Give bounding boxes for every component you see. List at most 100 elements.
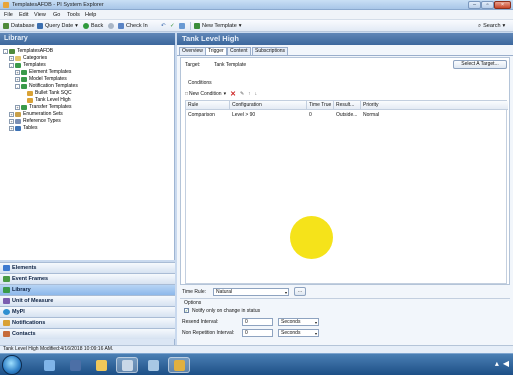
column-header[interactable]: Priority [361, 101, 508, 110]
nav-unit-of-measure[interactable]: Unit of Measure [0, 295, 175, 306]
checkmark-button[interactable]: ✓ [170, 22, 175, 30]
toolbar: Database Query Date ▾ Back Check In ↶ ✓ … [0, 20, 513, 32]
resend-unit-value: Seconds [281, 319, 301, 325]
new-template-button[interactable]: New Template ▾ [194, 22, 242, 30]
tools-icon [147, 359, 159, 371]
expand-icon[interactable]: + [9, 125, 14, 131]
tree-node[interactable]: + Enumeration Sets [9, 111, 63, 117]
tree-node[interactable]: - Notification Templates [15, 83, 78, 89]
tree-node-label: Transfer Templates [29, 104, 72, 110]
column-header[interactable]: Time True [307, 101, 334, 110]
terminal-icon [69, 359, 81, 371]
tree-node[interactable]: + Reference Types [9, 118, 61, 124]
forward-button[interactable] [108, 22, 116, 30]
tab-subscriptions[interactable]: Subscriptions [252, 47, 289, 55]
nav-label: Contacts [12, 331, 36, 337]
check-in-button[interactable]: Check In [118, 22, 148, 30]
tree-node[interactable]: - Templates [9, 62, 46, 68]
tree-node-label: TemplatesAFDB [17, 48, 54, 54]
column-header[interactable]: Rule [186, 101, 230, 110]
nav-elements[interactable]: Elements [0, 262, 175, 273]
taskbar-app-explorer[interactable] [90, 357, 112, 373]
close-button[interactable]: × [494, 1, 511, 9]
new-condition-button[interactable]: New Condition [189, 91, 222, 97]
maximize-button[interactable]: ▫ [481, 1, 494, 9]
expand-icon[interactable]: + [9, 55, 14, 61]
library-tree[interactable]: - TemplatesAFDB + Categories - Templates… [0, 45, 175, 260]
minimize-button[interactable]: – [468, 1, 481, 9]
start-button[interactable] [2, 355, 22, 375]
nav-contacts[interactable]: Contacts [0, 328, 175, 339]
expand-icon[interactable]: + [9, 118, 14, 124]
non-repetition-unit-dropdown[interactable]: Seconds ▾ [278, 329, 319, 337]
collapse-icon[interactable]: - [9, 62, 14, 68]
tree-node-selected[interactable]: Tank Level High [27, 97, 71, 103]
database-icon [9, 48, 15, 54]
select-target-button[interactable]: Select A Target... [453, 60, 507, 69]
tree-node[interactable]: Bullet Tank SQC [27, 90, 72, 96]
expand-icon[interactable]: + [15, 69, 20, 75]
delete-icon[interactable]: ✕ [230, 90, 236, 98]
refresh-button[interactable] [179, 22, 187, 30]
cursor-highlight [290, 216, 333, 259]
time-rule-dropdown[interactable]: Natural ▾ [213, 288, 289, 296]
tree-node-label: Enumeration Sets [23, 111, 63, 117]
tray-arrow-icon[interactable]: ▴ [495, 359, 499, 368]
tab-content[interactable]: Content [227, 47, 251, 55]
close-icon: × [500, 2, 505, 8]
move-down-icon[interactable]: ↓ [255, 91, 258, 97]
folder-icon [95, 359, 107, 371]
taskbar-app-search[interactable] [116, 357, 138, 373]
search-button[interactable]: ⌕ Search ▾ [478, 22, 505, 30]
database-button[interactable]: Database [3, 22, 35, 30]
expand-icon[interactable]: + [15, 104, 20, 110]
back-button[interactable]: Back [83, 22, 103, 30]
undo-button[interactable]: ↶ [161, 22, 166, 30]
menu-help[interactable]: Help [85, 12, 96, 18]
detail-pane: Overview Trigger Content Subscriptions T… [177, 45, 513, 370]
nav-event-frames[interactable]: Event Frames [0, 273, 175, 284]
menu-go[interactable]: Go [53, 12, 60, 18]
chevron-down-icon: ▾ [75, 23, 78, 29]
time-rule-settings-button[interactable]: … [294, 287, 306, 296]
menu-file[interactable]: File [4, 12, 13, 18]
tree-node-label: Model Templates [29, 76, 67, 82]
tree-node[interactable]: + Tables [9, 125, 37, 131]
collapse-icon[interactable]: - [3, 48, 8, 54]
nav-label: Elements [12, 265, 37, 271]
database-icon [3, 23, 9, 29]
collapse-icon[interactable]: - [15, 83, 20, 89]
volume-icon[interactable]: ◀ [503, 359, 509, 368]
tree-node[interactable]: + Element Templates [15, 69, 71, 75]
notify-only-label: Notify only on change in status [192, 308, 261, 314]
taskbar-app-tools[interactable] [142, 357, 164, 373]
menu-edit[interactable]: Edit [19, 12, 28, 18]
column-header[interactable]: Result... [334, 101, 361, 110]
tree-node[interactable]: + Model Templates [15, 76, 67, 82]
resend-unit-dropdown[interactable]: Seconds ▾ [278, 318, 319, 326]
transfer-template-icon [21, 104, 27, 110]
taskbar-app-pi-system-explorer[interactable] [168, 357, 190, 373]
menu-view[interactable]: View [34, 12, 46, 18]
query-date-button[interactable]: Query Date ▾ [37, 22, 78, 30]
tree-node[interactable]: + Categories [9, 55, 47, 61]
nav-notifications[interactable]: Notifications [0, 317, 175, 328]
nav-library[interactable]: Library [0, 284, 175, 295]
tree-node[interactable]: + Transfer Templates [15, 104, 72, 110]
chevron-down-icon[interactable]: ▾ [224, 91, 227, 97]
notify-only-checkbox[interactable]: ✓ [184, 308, 189, 313]
expand-icon[interactable]: + [9, 111, 14, 117]
nav-mypi[interactable]: MyPI [0, 306, 175, 317]
tree-node[interactable]: - TemplatesAFDB [3, 48, 53, 54]
expand-icon[interactable]: + [15, 76, 20, 82]
column-header[interactable]: Configuration [230, 101, 307, 110]
non-repetition-interval-input[interactable]: 0 [242, 329, 273, 337]
status-text: Tank Level High Modified:4/16/2018 10:09… [3, 346, 114, 352]
menu-tools[interactable]: Tools [67, 12, 80, 18]
taskbar-app-terminal[interactable] [64, 357, 86, 373]
edit-icon[interactable]: ✎ [240, 91, 244, 97]
taskbar-app-network[interactable] [38, 357, 60, 373]
resend-interval-input[interactable]: 0 [242, 318, 273, 326]
tab-overview[interactable]: Overview [179, 47, 206, 55]
move-up-icon[interactable]: ↑ [248, 91, 251, 97]
